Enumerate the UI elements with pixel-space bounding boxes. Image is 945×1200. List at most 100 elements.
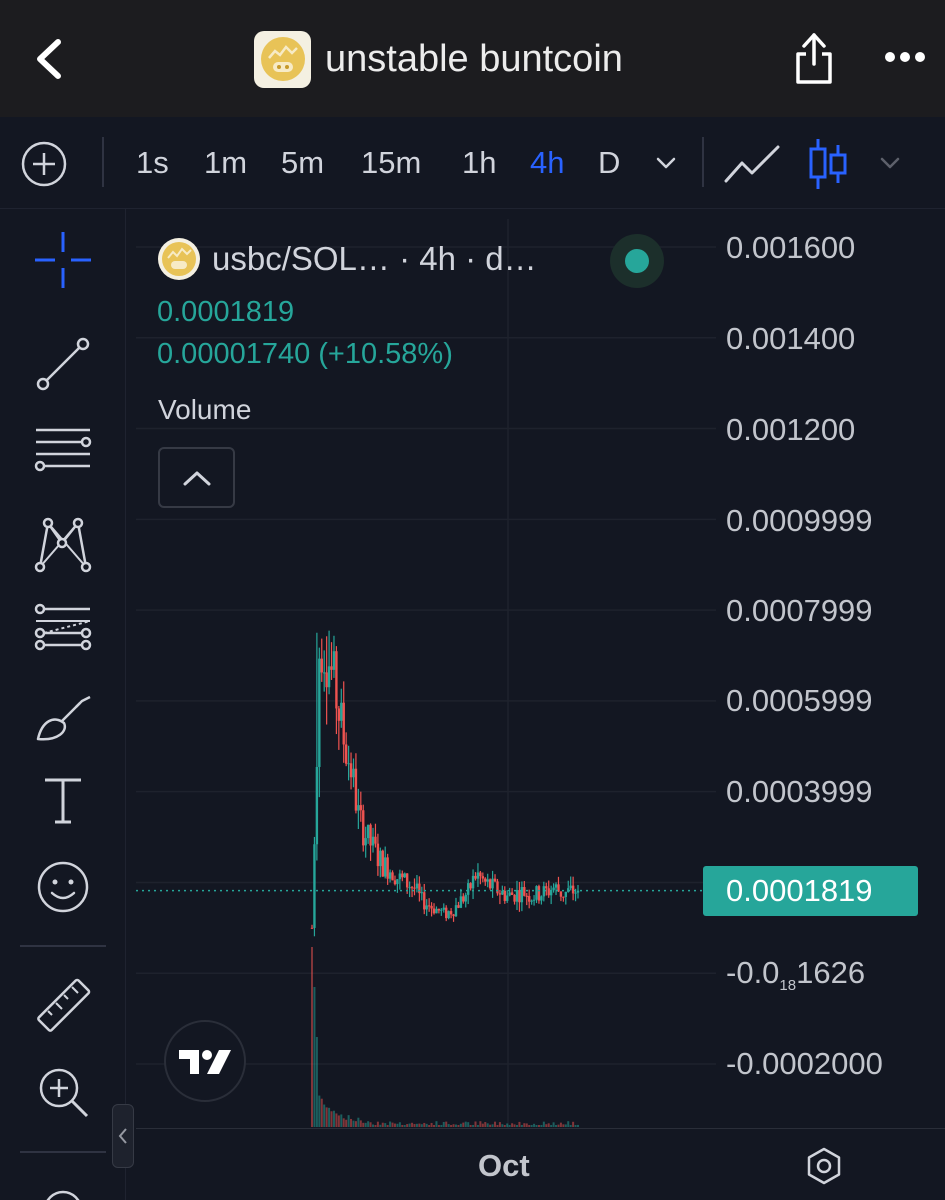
fib-channel-tool[interactable]: [28, 593, 98, 663]
volume-bar: [354, 1121, 357, 1127]
candle-body: [315, 766, 319, 845]
symbol-title[interactable]: usbc/SOL… · 4h · d…: [212, 240, 537, 278]
candle-body: [469, 883, 472, 889]
candle-body: [388, 872, 392, 879]
timeframe-1h[interactable]: 1h: [462, 143, 496, 183]
volume-bar: [330, 1111, 333, 1127]
volume-bar: [450, 1124, 453, 1127]
volume-bar: [533, 1123, 536, 1127]
pattern-tool[interactable]: [28, 509, 98, 579]
candle-body: [415, 883, 419, 889]
zoom-out-tool[interactable]: [28, 1171, 98, 1200]
volume-bar: [452, 1124, 455, 1127]
volume-bar: [547, 1123, 550, 1127]
add-symbol-button[interactable]: [20, 140, 68, 188]
candle-body: [471, 875, 475, 889]
sidebar-collapse-button[interactable]: [112, 1104, 134, 1168]
timeframe-D[interactable]: D: [598, 143, 620, 183]
candle-body: [396, 879, 399, 885]
timeframe-dropdown-button[interactable]: [652, 149, 680, 177]
volume-bar: [433, 1125, 436, 1127]
volume-bar: [506, 1123, 509, 1127]
volume-bar: [342, 1118, 345, 1127]
drawing-tools-sidebar: [0, 209, 126, 1200]
volume-bar: [367, 1121, 370, 1127]
volume-bar: [447, 1124, 450, 1127]
volume-bar: [430, 1122, 433, 1127]
timeframe-4h[interactable]: 4h: [530, 143, 564, 183]
candle-body: [576, 890, 580, 893]
candle-body: [327, 666, 331, 688]
candle-body: [432, 908, 436, 914]
line-chart-button[interactable]: [722, 141, 784, 187]
volume-bar: [393, 1123, 396, 1127]
candle-body: [357, 805, 360, 811]
volume-indicator-label[interactable]: Volume: [158, 394, 251, 426]
chart-settings-button[interactable]: [804, 1146, 844, 1186]
candle-body: [359, 805, 363, 811]
price-axis-label: 0.0007999: [726, 593, 873, 628]
tradingview-logo[interactable]: [164, 1020, 246, 1102]
price-axis-label: 0.001600: [726, 230, 856, 265]
emoji-tool[interactable]: [28, 852, 98, 922]
pattern-icon: [34, 517, 92, 573]
timeframe-15m[interactable]: 15m: [361, 143, 421, 183]
chart-type-dropdown-button[interactable]: [876, 149, 904, 177]
timeframe-1m[interactable]: 1m: [204, 143, 247, 183]
volume-bar: [440, 1125, 443, 1127]
legend-collapse-button[interactable]: [158, 447, 235, 508]
ruler-tool[interactable]: [28, 971, 98, 1041]
candle-body: [401, 873, 404, 878]
candle-body: [491, 878, 494, 889]
brush-tool[interactable]: [28, 683, 98, 753]
timeframe-5m[interactable]: 5m: [281, 143, 324, 183]
share-button[interactable]: [790, 30, 838, 86]
volume-bar: [569, 1125, 572, 1127]
zoom-in-tool[interactable]: [28, 1057, 98, 1127]
candle-body: [413, 887, 416, 889]
chevron-down-icon: [880, 157, 900, 169]
volume-bar: [552, 1122, 555, 1127]
timeframe-1s[interactable]: 1s: [136, 143, 169, 183]
settings-icon: [807, 1147, 841, 1185]
volume-bar: [540, 1125, 543, 1127]
text-icon: [45, 778, 81, 824]
volume-bar: [359, 1120, 362, 1127]
more-options-button[interactable]: [880, 42, 930, 72]
horizontal-lines-tool[interactable]: [28, 415, 98, 485]
volume-bar: [530, 1125, 533, 1127]
candle-body: [574, 892, 577, 894]
candle-body: [449, 911, 453, 915]
candle-body: [486, 879, 489, 882]
candle-body: [520, 887, 524, 903]
candle-body: [518, 890, 521, 903]
candle-body: [344, 744, 348, 764]
candle-body: [510, 892, 514, 895]
fib-channel-icon: [34, 603, 92, 651]
chart-legend: usbc/SOL… · 4h · d…: [158, 238, 537, 280]
trend-line-tool[interactable]: [28, 329, 98, 399]
line-chart-icon: [724, 145, 780, 183]
back-button[interactable]: [28, 36, 72, 82]
crosshair-icon: [35, 232, 91, 288]
candle-body: [362, 810, 365, 846]
candle-body: [503, 890, 506, 901]
volume-bar: [562, 1124, 565, 1127]
volume-bar: [320, 1098, 323, 1127]
volume-bar: [557, 1124, 560, 1127]
crosshair-tool[interactable]: [28, 225, 98, 295]
token-title-group: unstable buntcoin: [254, 30, 623, 88]
candle-body: [476, 872, 480, 879]
candle-body: [403, 873, 406, 878]
volume-bar: [445, 1121, 448, 1127]
tradingview-icon: [179, 1050, 231, 1074]
volume-bar: [479, 1121, 482, 1127]
volume-bar: [501, 1124, 504, 1127]
volume-bar: [437, 1125, 440, 1127]
candle-chart-button[interactable]: [806, 137, 850, 191]
volume-bar: [428, 1125, 431, 1127]
text-tool[interactable]: [28, 765, 98, 835]
volume-bar: [525, 1123, 528, 1127]
volume-bar: [564, 1124, 567, 1127]
zoom-in-icon: [39, 1068, 89, 1118]
